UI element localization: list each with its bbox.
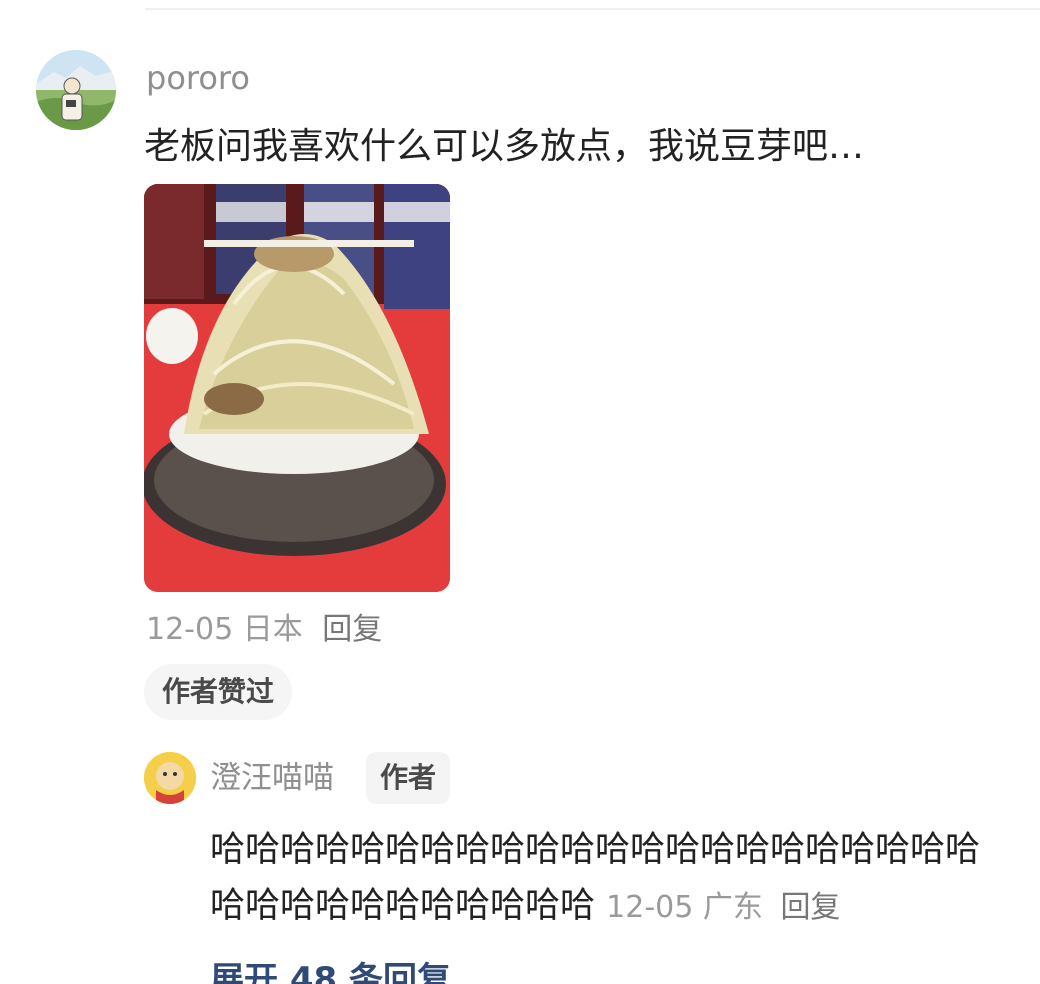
reply-button[interactable]: 回复 <box>322 612 382 647</box>
comment-meta: 12-05 日本 回复 <box>146 610 382 650</box>
comment-photo[interactable] <box>144 184 450 592</box>
reply-username[interactable]: 澄汪喵喵 <box>210 758 334 798</box>
author-liked-badge: 作者赞过 <box>144 664 293 720</box>
comment-date: 12-05 <box>146 612 234 647</box>
avatar[interactable] <box>36 50 116 130</box>
reply-date: 12-05 <box>606 890 694 925</box>
bean-sprout-ramen-photo <box>144 184 450 592</box>
avatar-illustration-icon <box>36 50 116 130</box>
reply-location: 广东 <box>702 890 763 925</box>
divider <box>145 8 1040 10</box>
author-tag: 作者 <box>366 752 451 804</box>
expand-replies-link[interactable]: 展开 48 条回复 <box>210 958 451 984</box>
comment-username[interactable]: pororo <box>146 58 250 98</box>
reply-reply-button[interactable]: 回复 <box>780 890 840 925</box>
comment-location: 日本 <box>242 612 303 647</box>
reply-avatar[interactable] <box>144 752 196 804</box>
comment-text: 老板问我喜欢什么可以多放点，我说豆芽吧… <box>144 126 865 167</box>
reply-meta: 12-05 广东 回复 <box>606 890 840 925</box>
reply-content: 哈哈哈哈哈哈哈哈哈哈哈哈哈哈哈哈哈哈哈哈哈哈哈哈哈哈哈哈哈哈哈哈哈 12-05 … <box>210 822 1000 936</box>
reply-avatar-illustration-icon <box>144 752 196 804</box>
reply-text: 哈哈哈哈哈哈哈哈哈哈哈哈哈哈哈哈哈哈哈哈哈哈哈哈哈哈哈哈哈哈哈哈哈 <box>210 830 981 926</box>
comment-thread: pororo 老板问我喜欢什么可以多放点，我说豆芽吧… 12-05 日本 回复 … <box>0 0 1040 984</box>
